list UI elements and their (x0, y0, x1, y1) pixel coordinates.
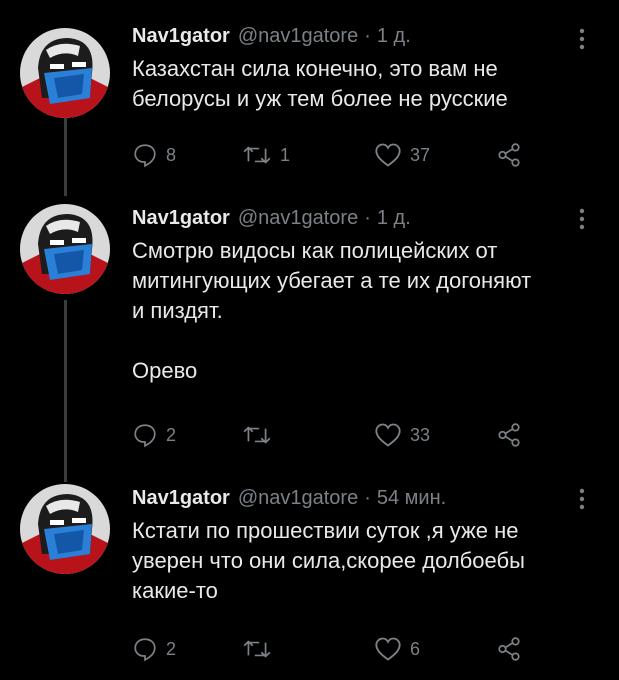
avatar-image (20, 204, 110, 294)
share-icon (498, 637, 520, 661)
tweet-text: Смотрю видосы как полицейских от митингу… (132, 238, 532, 383)
timestamp[interactable]: 1 д. (377, 204, 411, 232)
separator-dot: · (364, 25, 371, 47)
timestamp[interactable]: 1 д. (377, 22, 411, 50)
display-name[interactable]: Nav1gator (132, 204, 230, 232)
tweet-thread: Nav1gator @nav1gatore · 1 д. Казахстан с… (0, 0, 619, 680)
separator-dot: · (364, 207, 371, 229)
timestamp[interactable]: 54 мин. (377, 484, 446, 512)
share-icon (498, 423, 520, 447)
avatar-image (20, 28, 110, 118)
reply-count: 2 (166, 424, 177, 445)
share-button[interactable] (496, 140, 522, 170)
retweet-button[interactable] (242, 634, 280, 664)
retweet-icon (243, 146, 271, 164)
tweet-actions: 8 1 37 (132, 140, 552, 170)
heart-icon (375, 423, 401, 447)
tweet-text: Казахстан сила конечно, это вам не белор… (132, 56, 508, 111)
retweet-icon (243, 640, 271, 658)
tweet-header: Nav1gator @nav1gatore · 54 мин. (132, 484, 602, 512)
tweet-actions: 2 33 (132, 420, 552, 450)
username[interactable]: @nav1gatore (238, 22, 358, 50)
username[interactable]: @nav1gatore (238, 204, 358, 232)
like-button[interactable]: 6 (374, 634, 420, 664)
retweet-icon (243, 426, 271, 444)
display-name[interactable]: Nav1gator (132, 484, 230, 512)
tweet[interactable]: Nav1gator @nav1gatore · 1 д. Казахстан с… (0, 22, 619, 192)
tweet-header: Nav1gator @nav1gatore · 1 д. (132, 204, 602, 232)
share-icon (498, 143, 520, 167)
more-icon[interactable] (575, 208, 589, 230)
tweet[interactable]: Nav1gator @nav1gatore · 1 д. Смотрю видо… (0, 204, 619, 454)
tweet[interactable]: Nav1gator @nav1gatore · 54 мин. Кстати п… (0, 484, 619, 674)
like-button[interactable]: 33 (374, 420, 430, 450)
heart-icon (375, 637, 401, 661)
like-count: 6 (410, 638, 421, 659)
like-count: 33 (410, 424, 431, 445)
avatar-image (20, 484, 110, 574)
tweet-header: Nav1gator @nav1gatore · 1 д. (132, 22, 602, 50)
more-icon[interactable] (575, 28, 589, 50)
reply-icon (134, 144, 156, 168)
tweet-actions: 2 6 (132, 634, 552, 664)
retweet-button[interactable]: 1 (242, 140, 290, 170)
avatar[interactable] (20, 204, 110, 294)
avatar[interactable] (20, 484, 110, 574)
reply-icon (134, 424, 156, 448)
separator-dot: · (364, 487, 371, 509)
like-count: 37 (410, 144, 431, 165)
reply-count: 2 (166, 638, 177, 659)
display-name[interactable]: Nav1gator (132, 22, 230, 50)
like-button[interactable]: 37 (374, 140, 430, 170)
share-button[interactable] (496, 420, 522, 450)
tweet-text: Кстати по прошествии суток ,я уже не уве… (132, 518, 525, 603)
retweet-button[interactable] (242, 420, 280, 450)
share-button[interactable] (496, 634, 522, 664)
reply-button[interactable]: 2 (132, 420, 176, 450)
more-icon[interactable] (575, 488, 589, 510)
heart-icon (375, 143, 401, 167)
reply-icon (134, 638, 156, 662)
retweet-count: 1 (280, 144, 291, 165)
username[interactable]: @nav1gatore (238, 484, 358, 512)
reply-count: 8 (166, 144, 177, 165)
reply-button[interactable]: 8 (132, 140, 176, 170)
reply-button[interactable]: 2 (132, 634, 176, 664)
avatar[interactable] (20, 28, 110, 118)
